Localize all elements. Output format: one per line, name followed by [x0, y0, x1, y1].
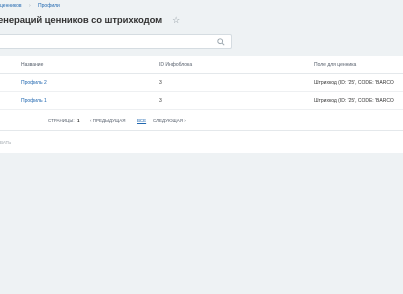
breadcrumb-item-current[interactable]: Профили — [38, 3, 60, 9]
profile-name-link[interactable]: Профиль 2 — [21, 80, 47, 86]
star-icon[interactable]: ☆ — [172, 16, 180, 25]
chevron-left-icon: ‹ — [90, 118, 92, 123]
search-input[interactable] — [0, 34, 232, 49]
column-header-field[interactable]: Поле для ценника — [314, 62, 356, 68]
column-header-name[interactable]: Название — [21, 62, 43, 68]
footer-divider — [0, 130, 403, 131]
next-page-link[interactable]: СЛЕДУЮЩАЯ › — [153, 118, 186, 123]
breadcrumb: ценников › Профили — [0, 3, 60, 13]
breadcrumb-item-parent[interactable]: ценников — [0, 3, 22, 9]
search-icon[interactable] — [217, 38, 225, 46]
breadcrumb-separator: › — [28, 3, 31, 9]
table-row[interactable]: Профиль 2 3 Штрихкод (ID: '25', CODE: 'B… — [0, 74, 403, 92]
prev-page-link[interactable]: ‹ ПРЕДЫДУЩАЯ — [90, 118, 125, 123]
iblock-id-cell: 3 — [159, 80, 162, 86]
pages-label: СТРАНИЦЫ: — [48, 118, 75, 123]
all-pages-link[interactable]: ВСЕ — [137, 118, 146, 123]
table-row[interactable]: Профиль 1 3 Штрихкод (ID: '25', CODE: 'B… — [0, 92, 403, 110]
profile-name-link[interactable]: Профиль 1 — [21, 98, 47, 104]
iblock-id-cell: 3 — [159, 98, 162, 104]
current-page-number: 1 — [77, 118, 80, 123]
footer-action-button[interactable]: ВАТЬ — [0, 140, 11, 145]
table-header: Название ID Инфоблока Поле для ценника — [0, 56, 403, 74]
profiles-table-panel: Название ID Инфоблока Поле для ценника П… — [0, 56, 403, 153]
page-title: енераций ценников со штрихкодом — [0, 15, 163, 26]
column-header-iblock-id[interactable]: ID Инфоблока — [159, 62, 192, 68]
field-cell: Штрихкод (ID: '25', CODE: 'BARCO — [314, 98, 394, 104]
pagination: СТРАНИЦЫ: 1 ‹ ПРЕДЫДУЩАЯ ВСЕ СЛЕДУЮЩАЯ › — [0, 116, 403, 127]
title-row: енераций ценников со штрихкодом ☆ — [0, 15, 180, 26]
field-cell: Штрихкод (ID: '25', CODE: 'BARCO — [314, 80, 394, 86]
chevron-right-icon: › — [184, 118, 186, 123]
